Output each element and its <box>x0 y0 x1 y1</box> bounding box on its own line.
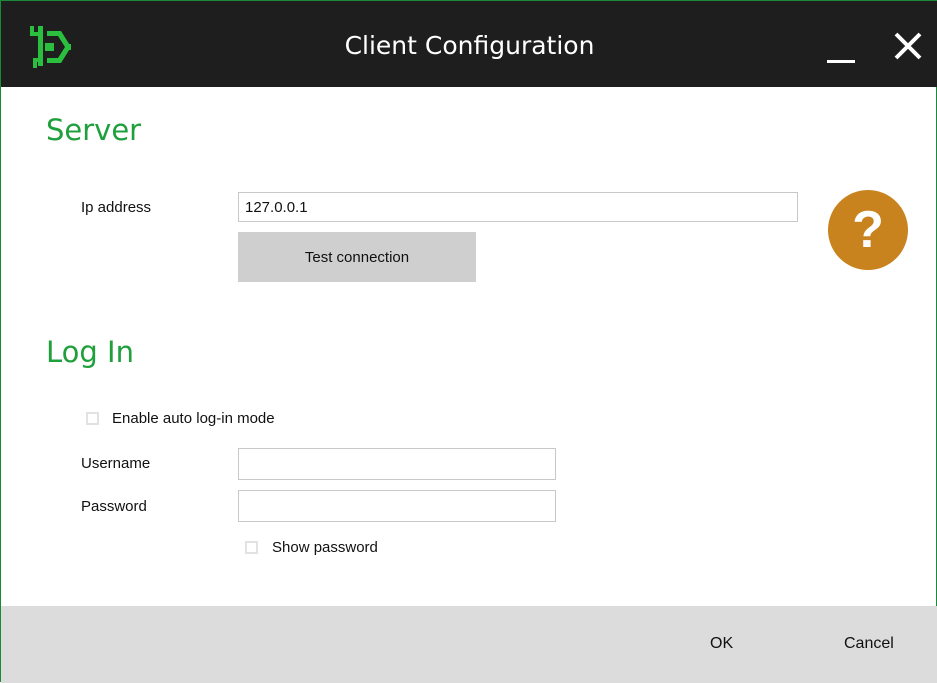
auto-login-checkbox[interactable] <box>86 412 99 425</box>
title-bar[interactable]: Client Configuration <box>1 1 937 87</box>
cancel-button[interactable]: Cancel <box>844 635 894 653</box>
auto-login-label: Enable auto log-in mode <box>112 410 275 427</box>
password-input[interactable] <box>238 490 556 522</box>
close-icon <box>894 32 922 60</box>
username-label: Username <box>81 455 151 472</box>
help-question-icon[interactable]: ? <box>828 190 908 270</box>
server-heading: Server <box>46 113 142 147</box>
ip-address-input[interactable] <box>238 192 798 222</box>
username-input[interactable] <box>238 448 556 480</box>
client-configuration-window: Client Configuration Server Ip address T… <box>0 0 937 683</box>
minimize-icon <box>827 60 855 63</box>
login-heading: Log In <box>46 335 134 369</box>
close-button[interactable] <box>893 31 923 61</box>
ok-button[interactable]: OK <box>710 635 733 653</box>
dialog-footer <box>1 606 937 683</box>
window-title: Client Configuration <box>344 31 595 60</box>
ip-address-label: Ip address <box>81 199 152 216</box>
minimize-button[interactable] <box>827 31 857 65</box>
password-label: Password <box>81 498 147 515</box>
svg-text:?: ? <box>852 201 884 259</box>
show-password-label: Show password <box>272 539 378 556</box>
test-connection-button[interactable]: Test connection <box>238 232 476 282</box>
show-password-checkbox[interactable] <box>245 541 258 554</box>
